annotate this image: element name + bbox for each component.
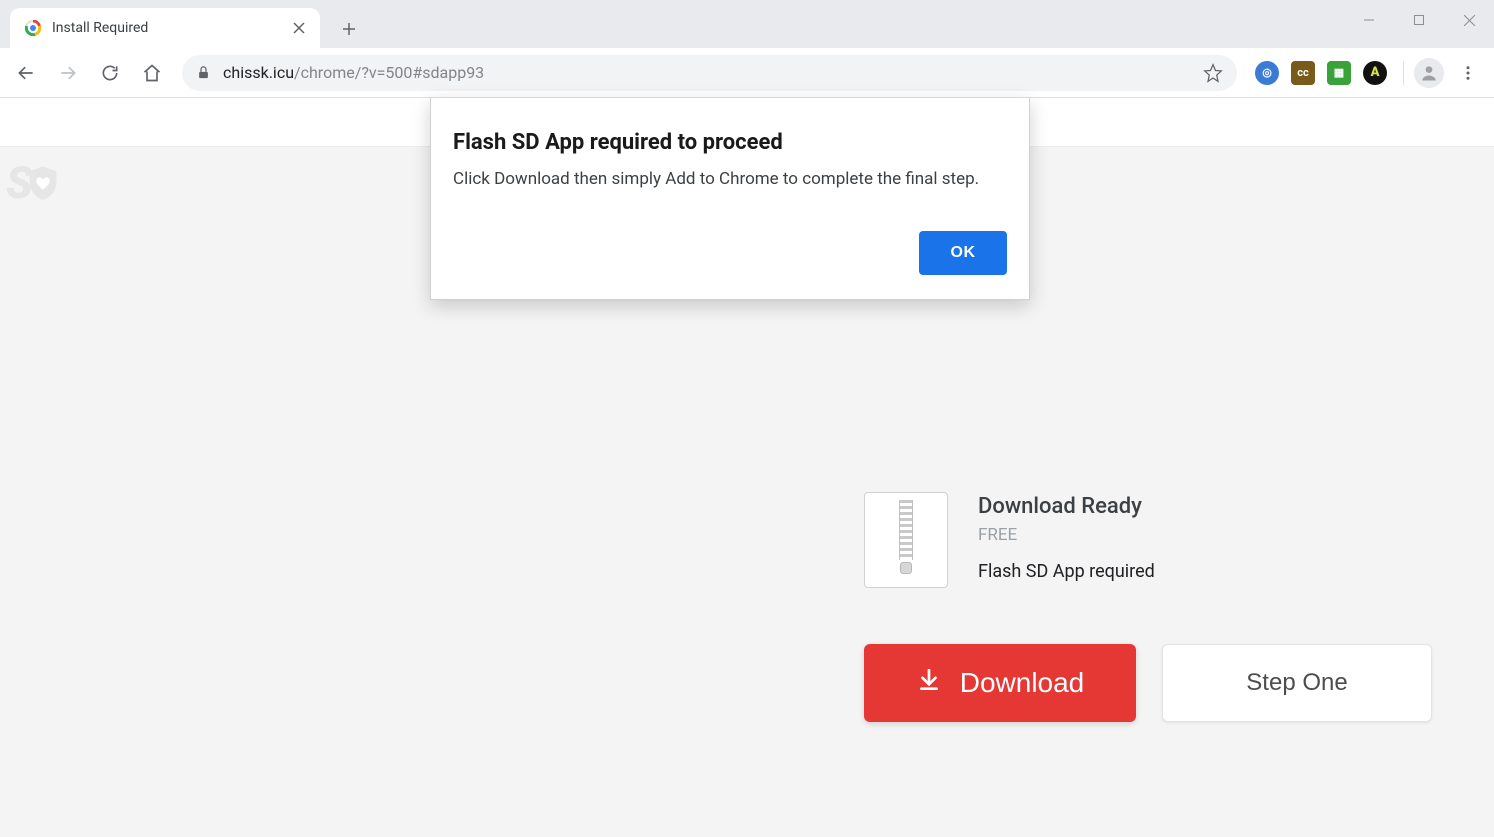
download-text: Download Ready FREE Flash SD App require… <box>978 492 1155 582</box>
zip-file-icon <box>864 492 948 588</box>
dialog-ok-button[interactable]: OK <box>919 231 1007 275</box>
window-minimize-button[interactable] <box>1344 0 1394 40</box>
window-controls <box>1344 0 1494 40</box>
tab-favicon-icon <box>24 19 42 37</box>
forward-button[interactable] <box>50 55 86 91</box>
back-button[interactable] <box>8 55 44 91</box>
dialog-message: Click Download then simply Add to Chrome… <box>453 169 1007 189</box>
window-maximize-button[interactable] <box>1394 0 1444 40</box>
download-arrow-icon <box>916 667 942 700</box>
step-one-label: Step One <box>1246 669 1347 697</box>
ext-green-icon[interactable]: ▦ <box>1327 61 1351 85</box>
shield-heart-icon <box>23 163 63 203</box>
url-domain: chissk.icu <box>223 63 294 82</box>
reload-button[interactable] <box>92 55 128 91</box>
download-title: Download Ready <box>978 494 1155 519</box>
browser-tab[interactable]: Install Required <box>10 8 320 48</box>
sd-logo: S <box>6 157 63 209</box>
js-alert-dialog: Flash SD App required to proceed Click D… <box>430 98 1030 300</box>
extension-icons: ◎ cc ▦ A <box>1249 61 1393 85</box>
download-free-label: FREE <box>978 525 1155 545</box>
browser-menu-button[interactable] <box>1450 55 1486 91</box>
download-info: Download Ready FREE Flash SD App require… <box>864 492 1434 588</box>
bookmark-star-icon[interactable] <box>1203 63 1223 83</box>
download-buttons: Download Step One <box>864 644 1434 722</box>
new-tab-button[interactable] <box>334 14 364 44</box>
toolbar-divider <box>1403 61 1404 85</box>
address-bar[interactable]: chissk.icu/chrome/?v=500#sdapp93 <box>182 55 1237 91</box>
tab-title: Install Required <box>52 20 290 36</box>
ext-cc-icon[interactable]: cc <box>1291 61 1315 85</box>
step-one-button[interactable]: Step One <box>1162 644 1432 722</box>
window-close-button[interactable] <box>1444 0 1494 40</box>
toolbar: chissk.icu/chrome/?v=500#sdapp93 ◎ cc ▦ A <box>0 48 1494 98</box>
url-path: /chrome/?v=500#sdapp93 <box>294 63 484 82</box>
titlebar: Install Required <box>0 0 1494 48</box>
profile-avatar-button[interactable] <box>1414 58 1444 88</box>
dialog-title: Flash SD App required to proceed <box>453 130 1007 155</box>
home-button[interactable] <box>134 55 170 91</box>
dialog-actions: OK <box>453 231 1007 275</box>
download-button[interactable]: Download <box>864 644 1136 722</box>
download-requirement: Flash SD App required <box>978 561 1155 582</box>
url-text: chissk.icu/chrome/?v=500#sdapp93 <box>223 63 1191 82</box>
page-viewport: S Download Ready FREE Flash SD App requi <box>0 98 1494 837</box>
lock-icon <box>196 65 211 80</box>
ext-blue-swirl-icon[interactable]: ◎ <box>1255 61 1279 85</box>
tab-close-icon[interactable] <box>290 19 308 37</box>
download-button-label: Download <box>960 667 1085 699</box>
dialog-ok-label: OK <box>951 244 976 261</box>
download-panel: Download Ready FREE Flash SD App require… <box>864 492 1434 722</box>
ext-a-icon[interactable]: A <box>1363 61 1387 85</box>
